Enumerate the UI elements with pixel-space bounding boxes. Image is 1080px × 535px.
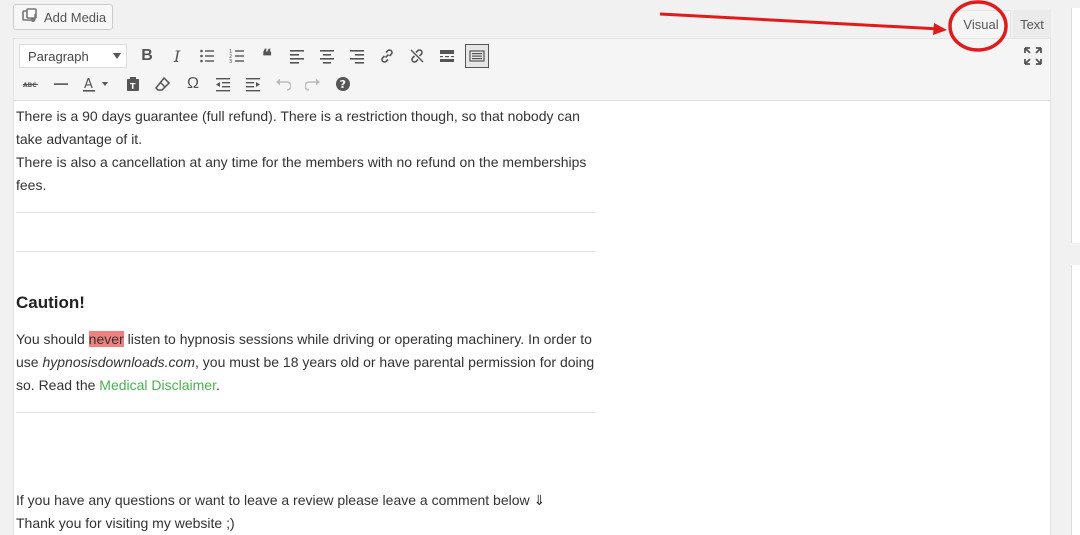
site-name: hypnosisdownloads.com [42,354,195,370]
formatting-toolbar: Paragraph B I 123 ❝ ABC A T Ω ? [13,38,1051,101]
svg-text:T: T [130,82,136,91]
closing-paragraph: If you have any questions or want to lea… [16,489,596,535]
add-media-button[interactable]: Add Media [13,4,113,30]
editor-content-area[interactable]: There is a 90 days guarantee (full refun… [13,101,1051,535]
numbered-list-icon[interactable]: 123 [225,44,249,68]
insert-link-icon[interactable] [375,44,399,68]
add-media-icon [22,7,38,27]
toolbar-toggle-icon[interactable] [465,44,489,68]
medical-disclaimer-link[interactable]: Medical Disclaimer [99,377,216,393]
text-color-icon[interactable]: A [79,72,115,96]
highlighted-word: never [88,331,124,347]
chevron-down-icon [113,53,121,59]
caution-end: . [215,377,220,393]
tab-text[interactable]: Text [1013,10,1051,38]
italic-icon[interactable]: I [165,44,189,68]
toolbar-row-1: Paragraph B I 123 ❝ [19,42,495,70]
outdent-icon[interactable] [211,72,235,96]
align-right-icon[interactable] [345,44,369,68]
strikethrough-icon[interactable]: ABC [19,72,43,96]
tab-visual[interactable]: Visual [951,10,1011,38]
format-select[interactable]: Paragraph [19,44,127,68]
divider [16,251,596,252]
side-panel [1071,8,1080,243]
horizontal-line-icon[interactable] [49,72,73,96]
svg-text:A: A [84,77,93,92]
caution-heading: Caution! [16,293,85,312]
side-panel [1071,265,1080,535]
redo-icon[interactable] [301,72,325,96]
svg-text:ABC: ABC [23,82,37,89]
indent-icon[interactable] [241,72,265,96]
paste-text-icon[interactable]: T [121,72,145,96]
divider [16,412,596,413]
svg-text:3: 3 [229,59,232,64]
special-character-icon[interactable]: Ω [181,72,205,96]
closing-line-2: Thank you for visiting my website ;) [16,515,235,531]
guarantee-line-2: There is also a cancellation at any time… [16,154,587,193]
caution-text: You should [16,331,89,347]
guarantee-paragraph: There is a 90 days guarantee (full refun… [16,105,596,197]
bullet-list-icon[interactable] [195,44,219,68]
help-icon[interactable]: ? [331,72,355,96]
post-editor: Add Media Visual Text Paragraph B I 123 … [13,0,1051,535]
align-center-icon[interactable] [315,44,339,68]
add-media-label: Add Media [44,9,107,25]
format-select-value: Paragraph [28,48,89,64]
clear-formatting-icon[interactable] [151,72,175,96]
caution-paragraph: You should never listen to hypnosis sess… [16,328,596,397]
toolbar-row-2: ABC A T Ω ? [19,70,361,98]
fullscreen-icon[interactable] [1024,47,1042,65]
editor-tabs: Visual Text [951,10,1051,38]
remove-link-icon[interactable] [405,44,429,68]
guarantee-line-1: There is a 90 days guarantee (full refun… [16,108,580,147]
blockquote-icon[interactable]: ❝ [255,44,279,68]
svg-text:?: ? [340,78,346,91]
read-more-icon[interactable] [435,44,459,68]
bold-icon[interactable]: B [135,44,159,68]
undo-icon[interactable] [271,72,295,96]
closing-line-1: If you have any questions or want to lea… [16,492,546,508]
align-left-icon[interactable] [285,44,309,68]
divider [16,212,596,213]
